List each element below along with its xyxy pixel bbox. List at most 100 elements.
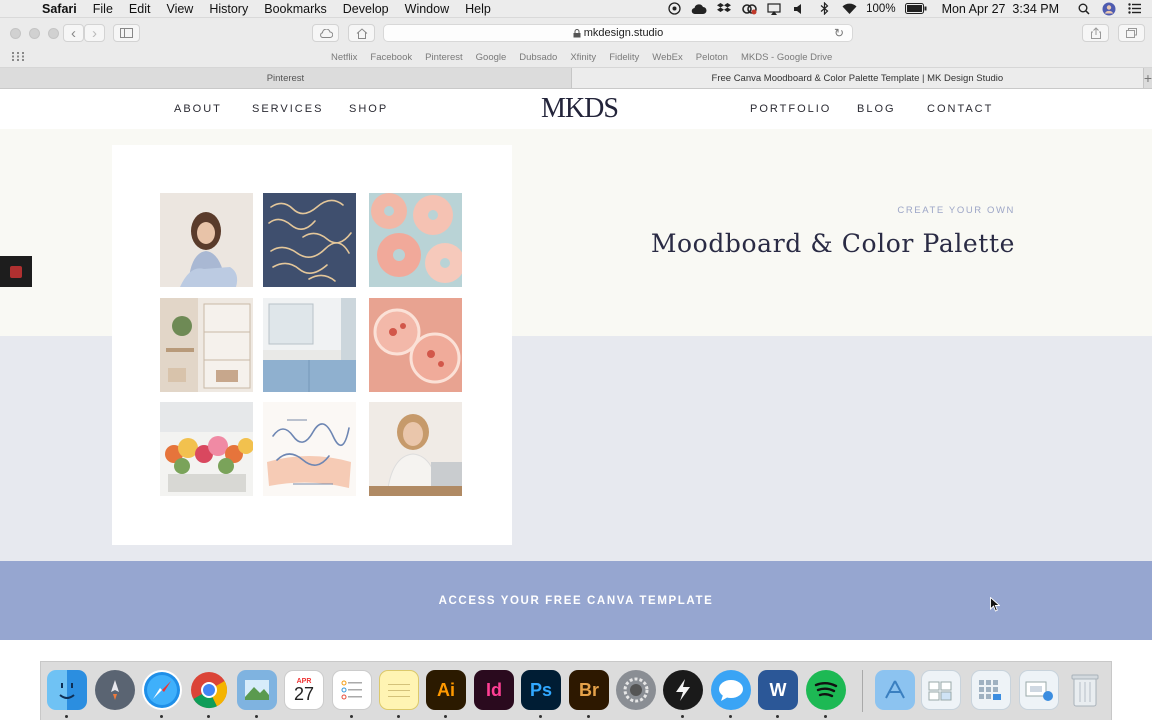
menu-view[interactable]: View xyxy=(158,2,201,16)
menu-edit[interactable]: Edit xyxy=(121,2,159,16)
photoshop-icon[interactable]: Ps xyxy=(521,670,561,710)
grid-icon[interactable] xyxy=(12,51,24,64)
airplay-icon[interactable] xyxy=(766,2,782,15)
record-icon xyxy=(10,265,22,278)
nav-portfolio[interactable]: PORTFOLIO xyxy=(750,103,831,115)
lock-icon xyxy=(573,28,581,37)
dropbox-icon[interactable] xyxy=(716,2,732,15)
url-text: mkdesign.studio xyxy=(583,27,664,39)
site-navigation: ABOUT SERVICES SHOP MKDS PORTFOLIO BLOG … xyxy=(0,89,1152,129)
menu-history[interactable]: History xyxy=(201,2,256,16)
spotify-icon[interactable] xyxy=(806,670,846,710)
tab-mk-design-studio[interactable]: Free Canva Moodboard & Color Palette Tem… xyxy=(571,68,1144,88)
forward-button[interactable]: › xyxy=(84,24,105,42)
running-indicator xyxy=(729,715,732,718)
volume-icon[interactable] xyxy=(791,2,807,15)
bridge-icon[interactable]: Br xyxy=(569,670,609,710)
close-window-button[interactable] xyxy=(10,27,21,39)
tab-pinterest[interactable]: Pinterest xyxy=(0,68,572,88)
favorite-webex[interactable]: WebEx xyxy=(652,52,682,63)
safari-icon[interactable] xyxy=(142,670,182,710)
favorite-xfinity[interactable]: Xfinity xyxy=(570,52,596,63)
minimize-window-button[interactable] xyxy=(29,27,40,39)
favorites-bar: Netflix Facebook Pinterest Google Dubsad… xyxy=(0,48,1152,68)
browser-toolbar: ‹ › mkdesign.studio ↻ xyxy=(0,18,1152,48)
calendar-day: 27 xyxy=(293,683,315,704)
canva-template-cta[interactable]: ACCESS YOUR FREE CANVA TEMPLATE xyxy=(0,561,1152,640)
zoom-window-button[interactable] xyxy=(48,27,59,39)
battery-percent: 100% xyxy=(866,2,896,15)
word-icon[interactable]: W xyxy=(758,670,798,710)
backup-icon[interactable] xyxy=(666,2,682,15)
macos-dock: APR 27 Ai Id Ps Br W xyxy=(40,661,1112,720)
page-footer-strip xyxy=(0,640,1152,661)
nav-about[interactable]: ABOUT xyxy=(174,103,222,115)
menu-window[interactable]: Window xyxy=(397,2,457,16)
screenshot-stack-icon[interactable] xyxy=(1019,670,1059,710)
dock-separator xyxy=(862,670,863,712)
plus-icon: + xyxy=(1143,70,1152,86)
running-indicator xyxy=(539,715,542,718)
trash-icon[interactable] xyxy=(1065,670,1105,710)
spotlight-search-icon[interactable] xyxy=(1076,2,1092,15)
illustrator-icon[interactable]: Ai xyxy=(426,670,466,710)
flashcut-icon[interactable] xyxy=(663,670,703,710)
nav-contact[interactable]: CONTACT xyxy=(927,103,993,115)
favorite-google[interactable]: Google xyxy=(476,52,507,63)
system-preferences-icon[interactable] xyxy=(616,670,656,710)
running-indicator xyxy=(255,715,258,718)
favorite-facebook[interactable]: Facebook xyxy=(370,52,412,63)
menu-bookmarks[interactable]: Bookmarks xyxy=(256,2,335,16)
nav-blog[interactable]: BLOG xyxy=(857,103,896,115)
favorite-pinterest[interactable]: Pinterest xyxy=(425,52,463,63)
battery-icon[interactable] xyxy=(904,2,927,15)
sidebar-button[interactable] xyxy=(113,24,140,42)
bathroom-vanity-photo xyxy=(263,298,356,392)
favorite-mkds-drive[interactable]: MKDS - Google Drive xyxy=(741,52,832,63)
show-all-tabs-button[interactable] xyxy=(1118,24,1145,42)
clock[interactable]: Mon Apr 27 3:34 PM xyxy=(942,2,1059,16)
menu-app-name[interactable]: Safari xyxy=(34,2,85,16)
notification-center-icon[interactable] xyxy=(1126,2,1142,15)
messages-icon[interactable] xyxy=(711,670,751,710)
back-button[interactable]: ‹ xyxy=(63,24,84,42)
chrome-icon[interactable] xyxy=(189,670,229,710)
favorite-dubsado[interactable]: Dubsado xyxy=(519,52,557,63)
running-indicator xyxy=(776,715,779,718)
favorite-peloton[interactable]: Peloton xyxy=(696,52,728,63)
nav-services[interactable]: SERVICES xyxy=(252,103,323,115)
side-widget-tab[interactable] xyxy=(0,256,32,287)
reload-icon[interactable]: ↻ xyxy=(834,26,844,40)
icloud-tabs-button[interactable] xyxy=(312,24,339,42)
reminders-icon[interactable] xyxy=(332,670,372,710)
indesign-icon[interactable]: Id xyxy=(474,670,514,710)
indesign-label: Id xyxy=(486,679,502,700)
word-label: W xyxy=(769,679,787,700)
documents-stack-icon[interactable] xyxy=(921,670,961,710)
bluetooth-icon[interactable] xyxy=(816,2,832,15)
site-logo[interactable]: MKDS xyxy=(541,93,619,125)
menu-file[interactable]: File xyxy=(85,2,121,16)
notes-icon[interactable] xyxy=(379,670,419,710)
nav-shop[interactable]: SHOP xyxy=(349,103,388,115)
calendar-icon[interactable]: APR 27 xyxy=(284,670,324,710)
menu-help[interactable]: Help xyxy=(457,2,499,16)
favorite-fidelity[interactable]: Fidelity xyxy=(609,52,639,63)
user-avatar-icon[interactable] xyxy=(1101,2,1117,15)
address-bar[interactable]: mkdesign.studio ↻ xyxy=(383,24,853,42)
favorite-netflix[interactable]: Netflix xyxy=(331,52,357,63)
share-button[interactable] xyxy=(1082,24,1109,42)
downloads-stack-icon[interactable] xyxy=(971,670,1011,710)
running-indicator xyxy=(587,715,590,718)
wifi-icon[interactable] xyxy=(841,2,857,15)
applications-folder-icon[interactable] xyxy=(875,670,915,710)
new-tab-button[interactable]: + xyxy=(1144,68,1152,88)
creative-cloud-icon[interactable] xyxy=(741,2,757,15)
launchpad-icon[interactable] xyxy=(95,670,135,710)
preview-icon[interactable] xyxy=(237,670,277,710)
home-button[interactable] xyxy=(348,24,375,42)
home-icon xyxy=(356,27,367,39)
finder-icon[interactable] xyxy=(47,670,87,710)
cloud-upload-icon[interactable] xyxy=(691,2,707,15)
menu-develop[interactable]: Develop xyxy=(335,2,397,16)
